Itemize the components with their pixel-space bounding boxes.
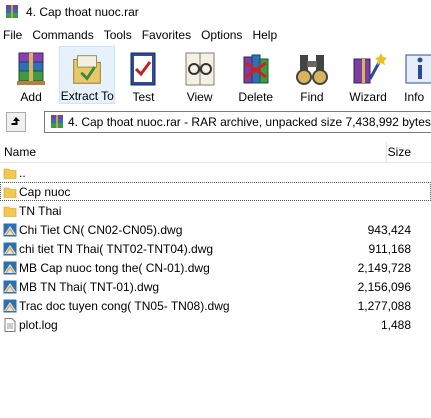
file-row-cap-nuoc[interactable]: Cap nuoc [0,182,431,201]
test-label: Test [132,90,155,104]
file-size: 2,149,728 [357,261,411,275]
dwg-file-icon [3,242,17,255]
rar-stack-icon [17,52,46,85]
file-size: 2,156,096 [357,280,411,294]
menu-file[interactable]: File [0,28,29,42]
find-binoculars-icon [295,55,328,85]
view-button[interactable]: View [172,46,228,104]
file-list: Name Size .. Cap nuoc TN Thai Chi Tiet C… [0,142,431,418]
file-row-dwg[interactable]: MB TN Thai( TNT-01).dwg 2,156,096 [0,277,431,296]
file-name: Trac doc tuyen cong( TN05- TN08).dwg [19,298,230,313]
column-header-name[interactable]: Name [4,145,36,159]
extract-to-label: Extract To [60,89,114,103]
dwg-file-icon [3,299,17,312]
extract-folder-icon [73,55,102,84]
menu-options[interactable]: Options [198,28,249,42]
wizard-label: Wizard [349,90,387,104]
menu-tools[interactable]: Tools [101,28,139,42]
file-size: 1,488 [380,318,411,332]
test-button[interactable]: Test [115,46,171,104]
file-row-dwg[interactable]: Chi Tiet CN( CN02-CN05).dwg 943,424 [0,220,431,239]
file-row-dwg[interactable]: chi tiet TN Thai( TNT02-TNT04).dwg 911,1… [0,239,431,258]
window-title: 4. Cap thoat nuoc.rar [26,5,139,19]
file-name: MB Cap nuoc tong the( CN-01).dwg [19,260,210,275]
address-bar: 4. Cap thoat nuoc.rar - RAR archive, unp… [0,110,431,136]
rar-archive-icon [51,115,63,128]
dwg-file-icon [3,261,17,274]
wizard-icon [353,53,388,84]
menu-bar: File Commands Tools Favorites Options He… [0,26,431,44]
file-row-tn-thai[interactable]: TN Thai [0,201,431,220]
menu-help[interactable]: Help [249,28,284,42]
title-bar: 4. Cap thoat nuoc.rar [0,0,431,24]
file-name: .. [19,165,26,180]
file-size: 943,424 [367,223,411,237]
list-header: Name Size [0,142,431,163]
delete-label: Delete [238,90,274,104]
file-size: 911,168 [368,242,412,256]
find-label: Find [300,90,324,104]
dwg-file-icon [3,223,17,236]
add-button[interactable]: Add [3,46,59,104]
up-arrow-icon [11,117,20,125]
column-header-size[interactable]: Size [388,145,411,159]
find-button[interactable]: Find [284,46,340,104]
folder-icon [3,168,17,179]
up-one-level-button[interactable] [6,112,26,132]
file-row-dwg[interactable]: Trac doc tuyen cong( TN05- TN08).dwg 1,2… [0,296,431,315]
dwg-file-icon [3,280,17,293]
toolbar: Add Extract To Test View Delete Find Wiz… [0,46,431,106]
text-file-icon [4,317,16,332]
file-size: 1,277,088 [357,299,411,313]
delete-button[interactable]: Delete [228,46,284,104]
winrar-app-icon [6,5,18,18]
path-field[interactable]: 4. Cap thoat nuoc.rar - RAR archive, unp… [44,111,431,133]
file-name: plot.log [19,317,58,332]
menu-favorites[interactable]: Favorites [139,28,198,42]
file-name: TN Thai [19,203,62,218]
file-name: chi tiet TN Thai( TNT02-TNT04).dwg [19,241,214,256]
file-name: MB TN Thai( TNT-01).dwg [19,279,160,294]
file-row-log[interactable]: plot.log 1,488 [0,315,431,334]
info-icon [405,54,431,84]
info-button[interactable]: Info [396,46,431,104]
extract-to-button[interactable]: Extract To [59,46,116,104]
wizard-button[interactable]: Wizard [340,46,396,104]
test-checklist-icon [130,52,156,86]
folder-icon [3,206,17,217]
path-text: 4. Cap thoat nuoc.rar - RAR archive, unp… [68,115,431,129]
view-glasses-icon [185,52,215,86]
folder-icon [3,187,17,198]
add-label: Add [20,90,42,104]
file-name: Cap nuoc [19,184,71,199]
menu-commands[interactable]: Commands [29,28,100,42]
file-name: Chi Tiet CN( CN02-CN05).dwg [19,222,183,237]
info-label: Info [404,90,425,104]
view-label: View [186,90,213,104]
delete-books-icon [243,54,269,84]
file-row-parent[interactable]: .. [0,163,431,182]
file-row-dwg[interactable]: MB Cap nuoc tong the( CN-01).dwg 2,149,7… [0,258,431,277]
